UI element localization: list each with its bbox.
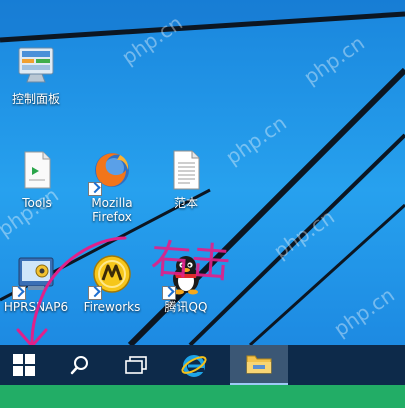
fireworks-icon bbox=[88, 252, 134, 300]
desktop-icon-label: 范本 bbox=[173, 196, 198, 210]
taskbar bbox=[0, 345, 405, 385]
desktop-icon-label: HPRSNAP6 bbox=[3, 300, 69, 314]
desktop[interactable]: php.cn php.cn php.cn php.cn php.cn php.c… bbox=[0, 0, 405, 345]
desktop-icon-fireworks[interactable]: Fireworks bbox=[72, 252, 152, 314]
desktop-icon-label: 腾讯QQ bbox=[164, 300, 208, 314]
internet-explorer-icon bbox=[181, 355, 207, 377]
shortcut-arrow-icon bbox=[12, 286, 26, 300]
bottom-strip bbox=[0, 385, 405, 408]
desktop-icon-label: Fireworks bbox=[83, 300, 141, 314]
file-explorer-button[interactable] bbox=[230, 345, 288, 385]
desktop-icon-qq[interactable]: 腾讯QQ bbox=[146, 252, 226, 314]
qq-penguin-icon bbox=[162, 252, 208, 300]
search-button[interactable] bbox=[56, 345, 104, 385]
desktop-icon-tools[interactable]: Tools bbox=[0, 148, 77, 210]
desktop-icon-label: 控制面板 bbox=[11, 92, 60, 106]
search-icon bbox=[70, 356, 88, 375]
task-view-icon bbox=[125, 356, 147, 374]
shortcut-arrow-icon bbox=[88, 182, 102, 196]
task-view-button[interactable] bbox=[112, 345, 160, 385]
hprsnap-icon bbox=[12, 252, 58, 300]
internet-explorer-button[interactable] bbox=[170, 345, 218, 385]
desktop-icon-firefox[interactable]: Mozilla Firefox bbox=[72, 148, 152, 224]
control-panel-icon bbox=[14, 44, 58, 88]
shortcut-arrow-icon bbox=[162, 286, 176, 300]
tools-folder-icon bbox=[15, 148, 59, 192]
document-icon bbox=[164, 148, 208, 192]
windows-logo-icon bbox=[13, 354, 35, 376]
desktop-icon-label: Tools bbox=[22, 196, 52, 210]
shortcut-arrow-icon bbox=[88, 286, 102, 300]
desktop-icon-control-panel[interactable]: 控制面板 bbox=[0, 44, 76, 106]
desktop-icon-hprsnap6[interactable]: HPRSNAP6 bbox=[0, 252, 76, 314]
desktop-icon-template[interactable]: 范本 bbox=[146, 148, 226, 210]
file-explorer-icon bbox=[246, 355, 272, 374]
start-button[interactable] bbox=[0, 345, 48, 385]
firefox-icon bbox=[88, 148, 134, 196]
desktop-icon-label: Mozilla Firefox bbox=[91, 196, 133, 224]
